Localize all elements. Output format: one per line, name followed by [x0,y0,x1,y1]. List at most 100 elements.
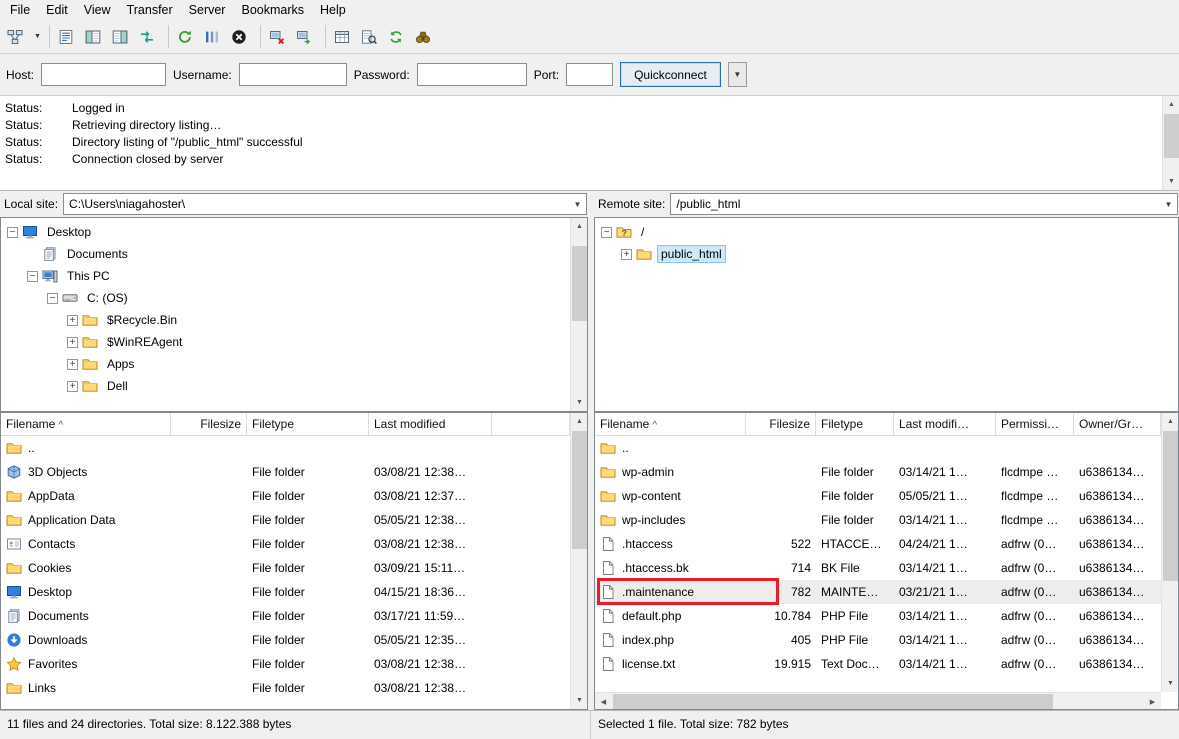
file-row[interactable]: license.txt19.915Text Doc…03/14/21 1…adf… [595,652,1161,676]
scroll-thumb[interactable] [613,694,1053,709]
expand-toggle-icon[interactable]: + [67,337,78,348]
scroll-down-icon[interactable]: ▼ [571,394,588,411]
scroll-up-icon[interactable]: ▲ [571,413,588,430]
username-input[interactable] [239,63,347,86]
file-row[interactable]: default.php10.784PHP File03/14/21 1…adfr… [595,604,1161,628]
port-input[interactable] [566,63,613,86]
host-input[interactable] [41,63,166,86]
scroll-left-icon[interactable]: ◀ [595,693,612,710]
chevron-down-icon[interactable]: ▼ [569,194,586,214]
scroll-up-icon[interactable]: ▲ [1162,413,1179,430]
file-row[interactable]: LinksFile folder03/08/21 12:38… [1,676,570,700]
file-row[interactable]: AppDataFile folder03/08/21 12:37… [1,484,570,508]
toggle-local-tree-button[interactable] [82,23,109,50]
collapse-toggle-icon[interactable]: − [47,293,58,304]
find-files-button[interactable] [412,23,439,50]
tree-item[interactable]: −?/ [595,221,1178,243]
scroll-thumb[interactable] [572,431,587,549]
expand-toggle-icon[interactable]: + [621,249,632,260]
disconnect-button[interactable] [266,23,293,50]
file-row[interactable]: wp-adminFile folder03/14/21 1…flcdmpe …u… [595,460,1161,484]
collapse-toggle-icon[interactable]: − [7,227,18,238]
filter-button[interactable] [331,23,358,50]
reconnect-button[interactable] [293,23,320,50]
file-row[interactable]: .. [595,436,1161,460]
column-header-filesize[interactable]: Filesize [171,413,247,435]
collapse-toggle-icon[interactable]: − [601,227,612,238]
quickconnect-button[interactable]: Quickconnect [620,62,721,87]
remote-site-combo[interactable]: /public_html ▼ [670,193,1178,215]
log-scrollbar[interactable]: ▲ ▼ [1162,96,1179,190]
file-row[interactable]: wp-includesFile folder03/14/21 1…flcdmpe… [595,508,1161,532]
compare-button[interactable] [358,23,385,50]
menu-transfer[interactable]: Transfer [119,0,181,20]
file-row[interactable]: DocumentsFile folder03/17/21 11:59… [1,604,570,628]
site-manager-dropdown-button[interactable]: ▼ [31,23,44,50]
column-header-last-modified[interactable]: Last modified [369,413,492,435]
sync-browse-button[interactable] [385,23,412,50]
tree-item[interactable]: +Apps [1,353,587,375]
tree-item[interactable]: −C: (OS) [1,287,587,309]
tree-item[interactable]: −This PC [1,265,587,287]
local-list-scrollbar[interactable]: ▲ ▼ [570,413,587,709]
column-header-filesize[interactable]: Filesize [746,413,816,435]
expand-toggle-icon[interactable]: + [67,359,78,370]
menu-edit[interactable]: Edit [38,0,76,20]
remote-list-hscrollbar[interactable]: ◀ ▶ [595,692,1161,709]
expand-toggle-icon[interactable]: + [67,381,78,392]
column-header-filename[interactable]: Filename^ [1,413,171,435]
collapse-toggle-icon[interactable]: − [27,271,38,282]
column-header-owner-gr[interactable]: Owner/Gr… [1074,413,1161,435]
local-tree-scrollbar[interactable]: ▲ ▼ [570,218,587,411]
tree-item[interactable]: +public_html [595,243,1178,265]
file-row[interactable]: .. [1,436,570,460]
tree-item[interactable]: +$WinREAgent [1,331,587,353]
column-header-filetype[interactable]: Filetype [816,413,894,435]
refresh-button[interactable] [174,23,201,50]
file-row[interactable]: index.php405PHP File03/14/21 1…adfrw (0…… [595,628,1161,652]
menu-bookmarks[interactable]: Bookmarks [233,0,312,20]
file-row[interactable]: Application DataFile folder05/05/21 12:3… [1,508,570,532]
column-header-last-modifi[interactable]: Last modifi… [894,413,996,435]
file-row[interactable]: .htaccess522HTACCE…04/24/21 1…adfrw (0…u… [595,532,1161,556]
tree-item[interactable]: +$Recycle.Bin [1,309,587,331]
tree-item[interactable]: −Desktop [1,221,587,243]
scroll-thumb[interactable] [572,246,587,321]
menu-file[interactable]: File [2,0,38,20]
file-row[interactable]: .maintenance782MAINTE…03/21/21 1…adfrw (… [595,580,1161,604]
local-site-combo[interactable]: C:\Users\niagahoster\ ▼ [63,193,587,215]
menu-view[interactable]: View [76,0,119,20]
scroll-up-icon[interactable]: ▲ [1163,96,1179,113]
file-row[interactable]: ContactsFile folder03/08/21 12:38… [1,532,570,556]
file-row[interactable]: 3D ObjectsFile folder03/08/21 12:38… [1,460,570,484]
column-header-permissi[interactable]: Permissi… [996,413,1074,435]
toggle-remote-tree-button[interactable] [109,23,136,50]
file-row[interactable]: wp-contentFile folder05/05/21 1…flcdmpe … [595,484,1161,508]
menu-help[interactable]: Help [312,0,354,20]
file-row[interactable]: CookiesFile folder03/09/21 15:11… [1,556,570,580]
cancel-button[interactable] [228,23,255,50]
scroll-down-icon[interactable]: ▼ [1163,173,1179,190]
scroll-right-icon[interactable]: ▶ [1144,693,1161,710]
remote-list-scrollbar[interactable]: ▲ ▼ [1161,413,1178,692]
file-row[interactable]: FavoritesFile folder03/08/21 12:38… [1,652,570,676]
scroll-down-icon[interactable]: ▼ [1162,675,1179,692]
quickconnect-dropdown-button[interactable]: ▼ [728,62,747,87]
file-row[interactable]: .htaccess.bk714BK File03/14/21 1…adfrw (… [595,556,1161,580]
file-row[interactable]: DownloadsFile folder05/05/21 12:35… [1,628,570,652]
chevron-down-icon[interactable]: ▼ [1160,194,1177,214]
toggle-queue-button[interactable] [136,23,163,50]
expand-toggle-icon[interactable]: + [67,315,78,326]
scroll-down-icon[interactable]: ▼ [571,692,588,709]
tree-item[interactable]: +Dell [1,375,587,397]
file-row[interactable]: DesktopFile folder04/15/21 18:36… [1,580,570,604]
site-manager-button[interactable] [4,23,31,50]
scroll-thumb[interactable] [1163,431,1178,581]
tree-item[interactable]: Documents [1,243,587,265]
password-input[interactable] [417,63,527,86]
toggle-message-log-button[interactable] [55,23,82,50]
column-header-filename[interactable]: Filename^ [595,413,746,435]
process-queue-button[interactable] [201,23,228,50]
scroll-up-icon[interactable]: ▲ [571,218,588,235]
column-header-filetype[interactable]: Filetype [247,413,369,435]
